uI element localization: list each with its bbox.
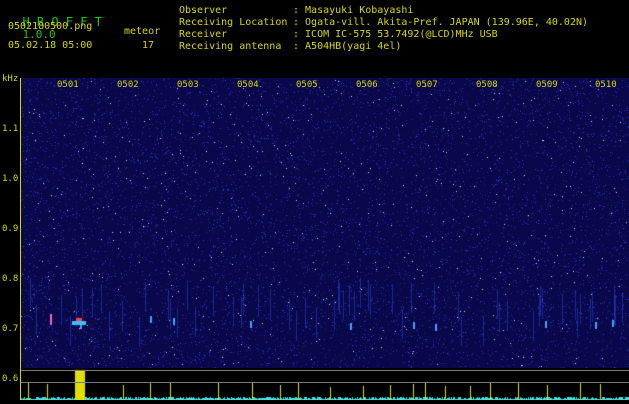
file-name: 0502180500.png — [8, 21, 93, 32]
x-tick-0505: 0505 — [296, 80, 318, 90]
meteor-count: 17 — [142, 40, 155, 51]
y-tick-0-8: 0.8 — [2, 274, 19, 284]
x-tick-0507: 0507 — [416, 80, 438, 90]
spectrogram — [20, 78, 629, 368]
y-tick-0-9: 0.9 — [2, 224, 19, 234]
meteor-meter — [20, 368, 629, 400]
info-value-location: : Ogata-vill. Akita-Pref. JAPAN (139.96E… — [293, 17, 589, 28]
info-value-observer: : Masayuki Kobayashi — [293, 5, 414, 16]
meteor-label: meteor — [124, 26, 161, 37]
y-tick-1-1: 1.1 — [2, 124, 19, 134]
info-key-observer: Observer — [179, 5, 228, 16]
info-key-location: Receiving Location — [179, 17, 288, 28]
info-key-antenna: Receiving antenna — [179, 41, 282, 52]
x-tick-0502: 0502 — [117, 80, 139, 90]
y-tick-0-7: 0.7 — [2, 324, 19, 334]
meter-mid-line — [20, 382, 629, 383]
y-axis-line — [20, 78, 21, 400]
y-tick-1-0: 1.0 — [2, 174, 19, 184]
x-tick-0504: 0504 — [237, 80, 259, 90]
y-axis-unit: kHz — [2, 74, 19, 84]
x-tick-0510: 0510 — [595, 80, 617, 90]
x-tick-0501: 0501 — [57, 80, 79, 90]
x-tick-0506: 0506 — [356, 80, 378, 90]
x-tick-0503: 0503 — [177, 80, 199, 90]
x-tick-0508: 0508 — [476, 80, 498, 90]
y-tick-0-6: 0.6 — [2, 374, 19, 384]
spectrogram-noise — [20, 78, 629, 368]
info-key-receiver: Receiver — [179, 29, 228, 40]
meter-top-line — [20, 370, 629, 371]
info-value-receiver: : ICOM IC-575 53.7492(@LCD)MHz USB — [293, 29, 498, 40]
date-time: 05.02.18 05:00 — [8, 40, 93, 51]
meter-graph — [20, 368, 629, 400]
info-value-antenna: : A504HB(yagi 4el) — [293, 41, 402, 52]
x-tick-0509: 0509 — [536, 80, 558, 90]
